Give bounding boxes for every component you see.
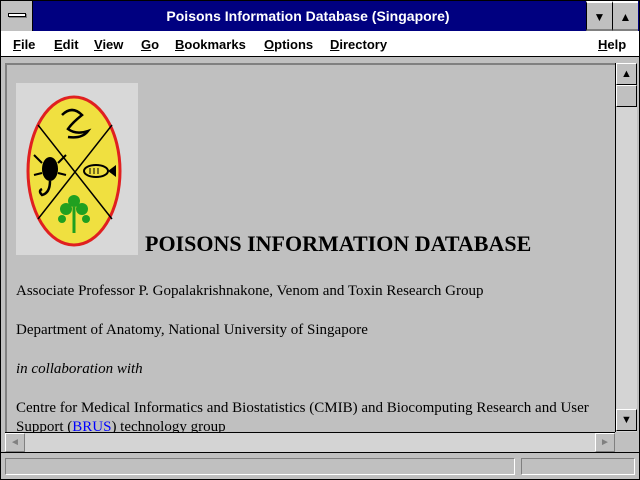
page-heading: POISONS INFORMATION DATABASE [145,231,532,256]
page-content: POISONS INFORMATION DATABASE Associate P… [5,63,615,432]
scrollbar-corner [615,432,637,452]
browser-window: Poisons Information Database (Singapore)… [0,0,640,480]
system-menu-button[interactable] [1,1,33,31]
menu-bar: File Edit View Go Bookmarks Options Dire… [1,31,639,57]
centre-line: Centre for Medical Informatics and Biost… [16,400,589,416]
arrow-up-icon: ▲ [621,68,632,80]
status-text [5,458,515,475]
logo-icon [26,95,122,247]
arrow-right-icon: ► [600,437,610,448]
menu-view[interactable]: View [94,31,123,57]
vertical-scroll-thumb[interactable] [616,85,637,107]
poisons-database-logo [16,83,138,255]
scroll-up-button[interactable]: ▲ [616,63,637,85]
brus-link[interactable]: BRUS [72,419,111,432]
scroll-right-button[interactable]: ► [595,433,615,452]
arrow-left-icon: ◄ [10,437,20,448]
author-line: Associate Professor P. Gopalakrishnakone… [16,283,484,299]
vertical-scrollbar[interactable]: ▲ ▼ [615,63,637,432]
scroll-left-button[interactable]: ◄ [5,433,25,452]
menu-options[interactable]: Options [264,31,313,57]
horizontal-scrollbar[interactable]: ◄ ► [5,432,615,452]
maximize-button[interactable]: ▲ [612,1,638,31]
menu-directory[interactable]: Directory [330,31,387,57]
menu-edit[interactable]: Edit [54,31,79,57]
maximize-icon: ▲ [619,10,632,24]
system-menu-icon [8,13,26,17]
window-title: Poisons Information Database (Singapore) [166,8,450,24]
support-line: Support (BRUS) technology group [16,419,226,432]
menu-file[interactable]: File [13,31,35,57]
minimize-icon: ▼ [593,10,606,24]
scroll-down-button[interactable]: ▼ [616,409,637,431]
title-bar: Poisons Information Database (Singapore)… [1,1,639,31]
menu-bookmarks[interactable]: Bookmarks [175,31,246,57]
collaboration-line: in collaboration with [16,361,143,377]
menu-go[interactable]: Go [141,31,159,57]
arrow-down-icon: ▼ [621,414,632,426]
progress-indicator [521,458,635,475]
status-bar [1,452,639,479]
department-line: Department of Anatomy, National Universi… [16,322,368,338]
minimize-button[interactable]: ▼ [586,1,612,31]
menu-help[interactable]: Help [598,31,626,57]
